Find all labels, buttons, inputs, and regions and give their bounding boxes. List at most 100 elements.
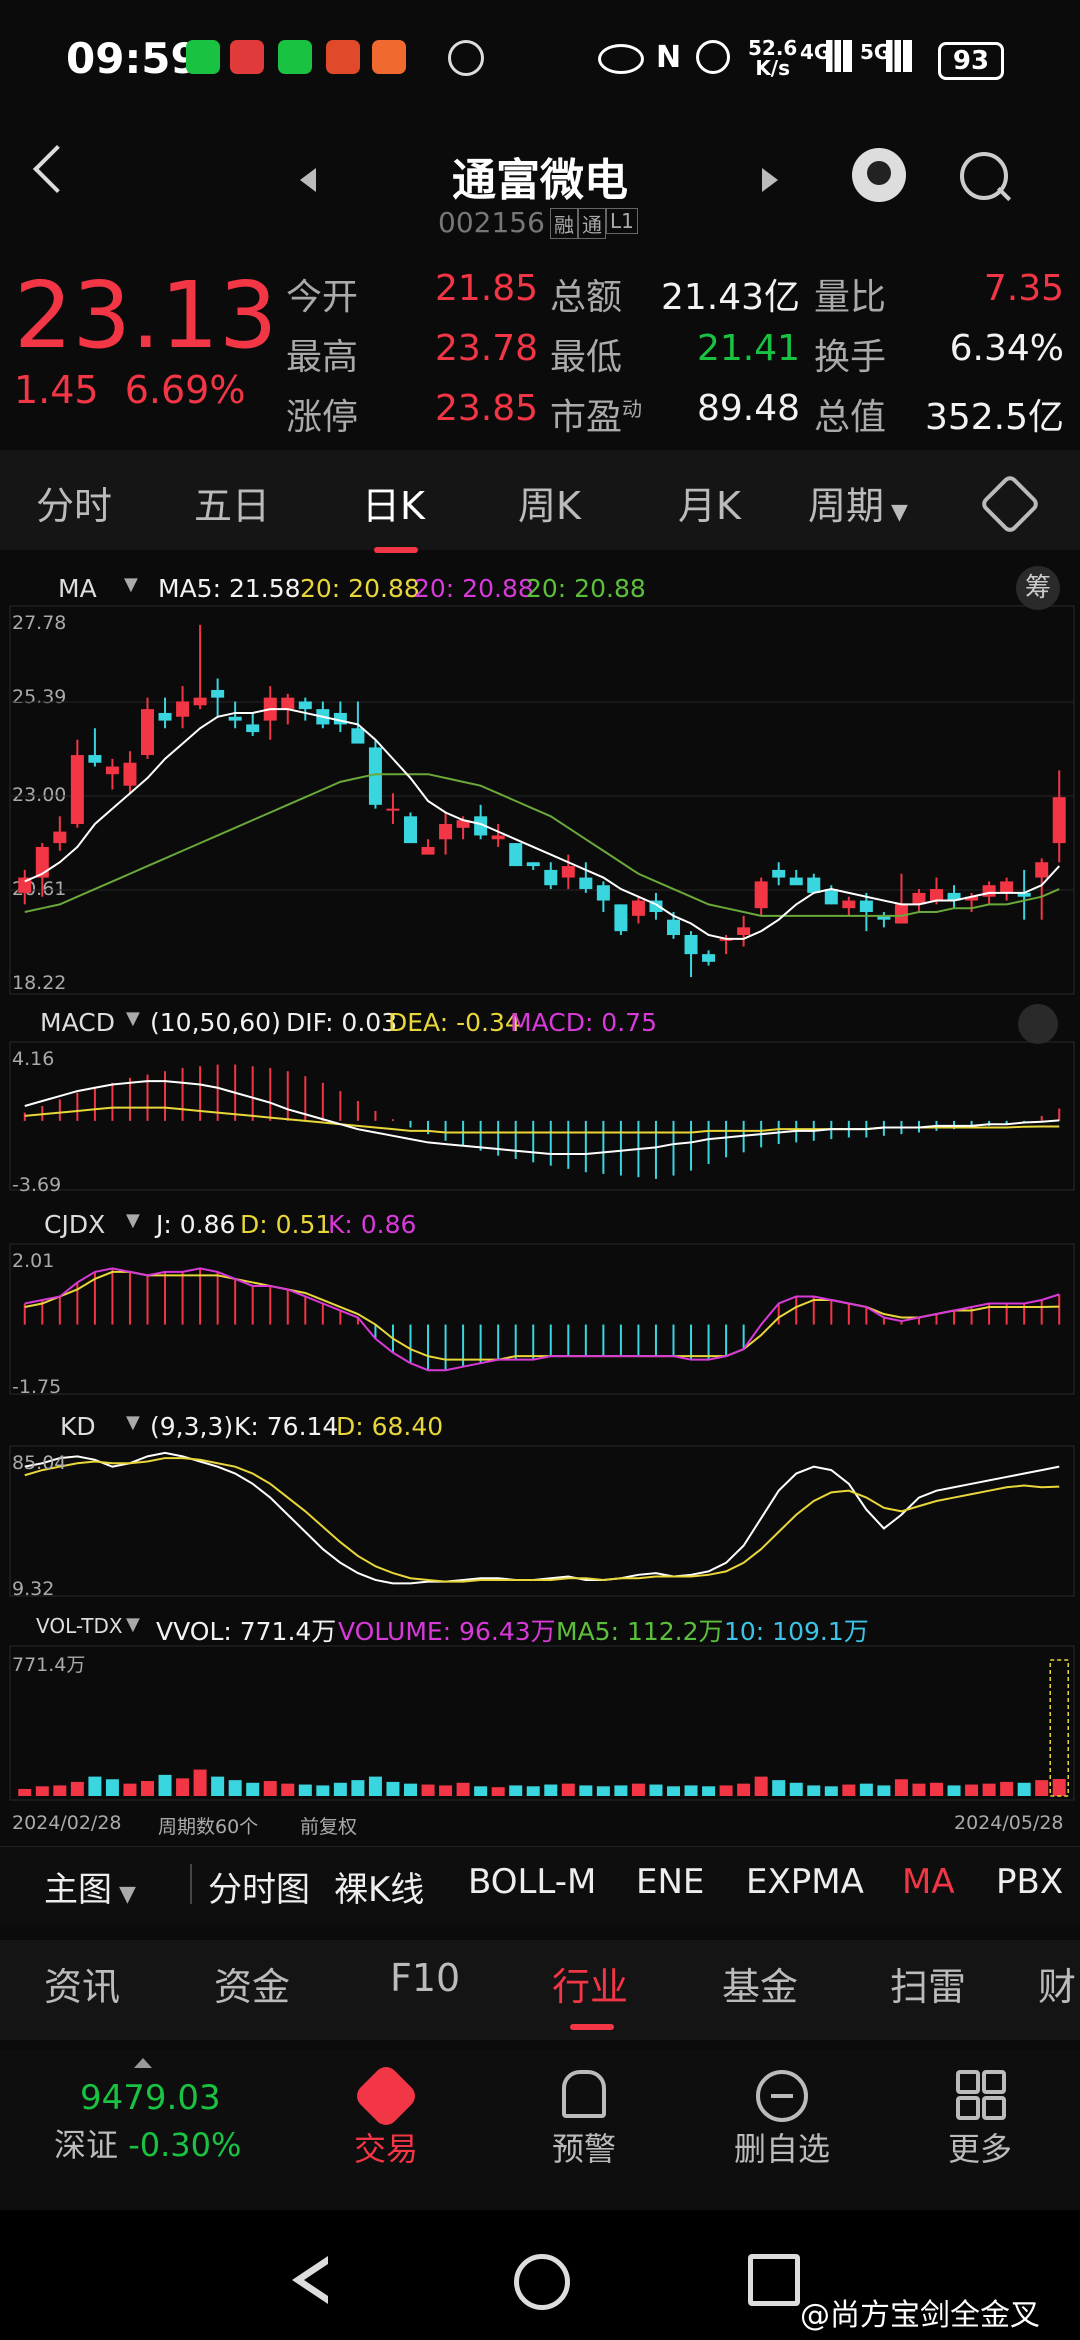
remove-circle-icon[interactable]: [756, 2070, 808, 2122]
nav-alert[interactable]: 预警: [514, 2124, 654, 2170]
volume-bar: [807, 1785, 821, 1796]
volume-bar: [421, 1784, 435, 1796]
indicator-naked-k[interactable]: 裸K线: [334, 1862, 424, 1911]
macd-label[interactable]: MACD: [40, 1008, 115, 1037]
indicator-ma[interactable]: MA: [902, 1862, 955, 1902]
tab-finance[interactable]: 财: [1038, 1956, 1076, 2011]
nav-remove-watchlist[interactable]: 删自选: [712, 2124, 852, 2170]
cjdx-label[interactable]: CJDX: [44, 1210, 105, 1239]
chevron-down-icon[interactable]: ▼: [126, 1008, 140, 1029]
divider: [190, 1864, 192, 1904]
cjdx-k-line: [24, 1267, 1060, 1372]
nav-trade[interactable]: 交易: [316, 2124, 456, 2170]
volume-bar: [263, 1781, 277, 1796]
candle-body: [88, 755, 102, 763]
candle-body: [614, 904, 628, 932]
candle-body: [561, 866, 575, 878]
volume-bar: [982, 1783, 996, 1796]
kd-label[interactable]: KD: [60, 1412, 96, 1441]
candle-body: [351, 728, 365, 744]
candle-body: [982, 885, 996, 897]
expand-up-icon[interactable]: [134, 2058, 152, 2068]
tab-news[interactable]: 资讯: [44, 1956, 120, 2011]
chevron-down-icon: ▼: [112, 1882, 136, 1907]
expand-icon[interactable]: [1018, 1004, 1058, 1044]
bell-icon[interactable]: [562, 2070, 606, 2118]
chevron-down-icon[interactable]: ▼: [126, 1614, 140, 1635]
tab-capital[interactable]: 资金: [214, 1956, 290, 2011]
chevron-down-icon[interactable]: ▼: [126, 1412, 140, 1433]
vol-y-max: 771.4万: [12, 1654, 86, 1676]
indicator-boll[interactable]: BOLL-M: [468, 1862, 596, 1902]
volume-bar: [404, 1783, 417, 1796]
volume-bar: [930, 1782, 943, 1796]
macd-y-min: -3.69: [12, 1174, 62, 1196]
volume-bar: [333, 1782, 347, 1796]
volume-bar: [912, 1783, 926, 1796]
candle-body: [807, 877, 821, 893]
volume-bar: [368, 1776, 382, 1796]
candle-body: [789, 877, 803, 886]
tab-industry[interactable]: 行业: [552, 1956, 628, 2011]
kd-y-max: 85.04: [12, 1452, 67, 1474]
volume-bar: [281, 1783, 295, 1796]
index-value[interactable]: 9479.03: [80, 2078, 221, 2118]
volume-bar: [965, 1784, 979, 1796]
vol-label[interactable]: VOL-TDX: [36, 1614, 123, 1638]
candle-body: [70, 755, 84, 824]
cjdx-k: K: 0.86: [328, 1210, 417, 1239]
cjdx-j: J: 0.86: [156, 1210, 236, 1239]
volume-bar: [842, 1784, 856, 1796]
candle-body: [526, 862, 540, 867]
volume-bar: [123, 1783, 137, 1796]
indicator-expma[interactable]: EXPMA: [746, 1862, 864, 1902]
macd-dif: DIF: 0.03: [286, 1008, 398, 1037]
candle-body: [439, 823, 453, 840]
index-summary[interactable]: 深证 -0.30%: [54, 2120, 241, 2166]
cjdx-d-line: [24, 1270, 1060, 1361]
nav-more[interactable]: 更多: [910, 2124, 1050, 2170]
main-chart-selector[interactable]: 主图 ▼: [44, 1862, 136, 1911]
volume-bar: [859, 1783, 873, 1796]
volume-bar: [193, 1769, 207, 1796]
volume-bar: [491, 1787, 505, 1796]
volume-bar: [316, 1785, 330, 1796]
volume-bar: [105, 1779, 119, 1796]
candle-body: [158, 712, 172, 721]
volume-bar: [1017, 1782, 1031, 1796]
volume-bar: [631, 1783, 645, 1796]
candle-body: [842, 900, 856, 909]
tab-funds[interactable]: 基金: [722, 1956, 798, 2011]
volume-bar: [877, 1785, 891, 1796]
volume-bar: [544, 1784, 558, 1796]
kd-y-min: 9.32: [12, 1578, 55, 1600]
ma5-line: [24, 708, 1060, 940]
tab-f10[interactable]: F10: [390, 1956, 460, 2000]
panel-frame: [9, 605, 1075, 995]
volume-bar: [1035, 1780, 1049, 1796]
panel-frame: [9, 1041, 1075, 1191]
chevron-down-icon[interactable]: ▼: [126, 1210, 140, 1231]
volume-bar: [141, 1781, 154, 1796]
volume-bar: [579, 1785, 593, 1796]
tab-risk-scan[interactable]: 扫雷: [890, 1956, 966, 2011]
cjdx-y-max: 2.01: [12, 1250, 55, 1272]
x-axis-start: 2024/02/28: [12, 1812, 122, 1834]
indicator-intraday[interactable]: 分时图: [208, 1862, 310, 1911]
grid-icon[interactable]: [956, 2070, 1006, 2120]
volume-bar: [18, 1788, 32, 1796]
cjdx-d: D: 0.51: [240, 1210, 332, 1239]
indicator-pbx[interactable]: PBX: [996, 1862, 1063, 1902]
recents-nav-icon[interactable]: [748, 2254, 800, 2306]
dea-line: [24, 1106, 1060, 1134]
kd-k-line: [24, 1451, 1060, 1585]
volume-bar: [1052, 1778, 1066, 1796]
volume-bar: [614, 1785, 628, 1796]
indicator-ene[interactable]: ENE: [636, 1862, 704, 1902]
candle-body: [1035, 862, 1049, 878]
panel-frame: [9, 1445, 1075, 1597]
volume-bar: [158, 1774, 172, 1796]
vvol-value: VVOL: 771.4万: [156, 1617, 337, 1646]
home-nav-icon[interactable]: [514, 2254, 570, 2310]
volume-bar: [526, 1786, 540, 1796]
